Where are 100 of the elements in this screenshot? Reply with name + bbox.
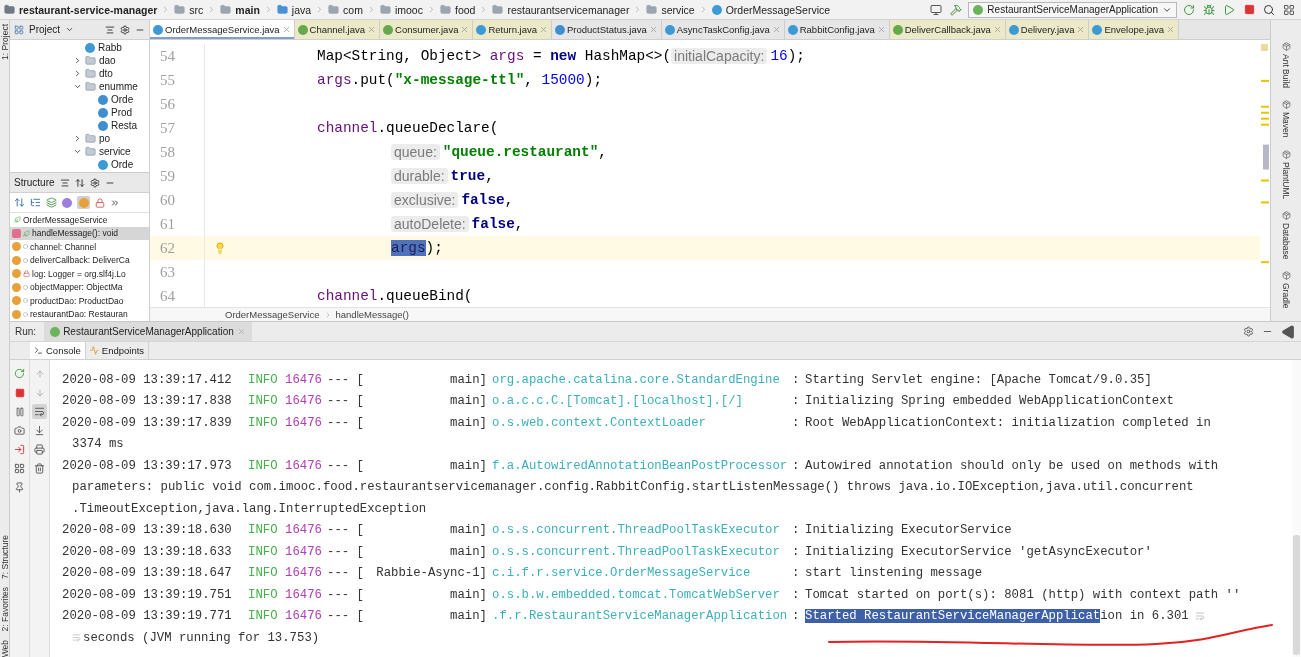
settings-icon[interactable] <box>1243 326 1254 337</box>
structure-item[interactable]: log: Logger = org.slf4j.Lo <box>10 267 149 281</box>
log-separator: --- [ <box>327 609 365 624</box>
structure-item[interactable]: OrderMessageService <box>10 213 149 227</box>
run-tab[interactable]: RestaurantServiceManagerApplication <box>44 322 252 341</box>
breadcrumb-item[interactable]: food <box>454 3 476 16</box>
class-icon <box>153 24 163 35</box>
log-thread: main] <box>449 523 487 538</box>
tool-window-tab[interactable]: 7: Structure <box>0 535 10 580</box>
editor-tab[interactable]: ProductStatus.java <box>552 20 662 39</box>
editor-tab[interactable]: Channel.java <box>294 20 381 39</box>
log-level: INFO <box>248 458 279 473</box>
structure-item[interactable]: productDao: ProductDao <box>10 294 149 308</box>
lock-icon <box>23 270 30 278</box>
editor-tab[interactable]: DeliverCallback.java <box>889 20 1006 39</box>
enum-icon <box>555 24 565 35</box>
soft-wrap-toggle[interactable] <box>32 404 47 419</box>
breadcrumb-item[interactable]: OrderMessageService <box>225 309 320 320</box>
structure-item[interactable]: restaurantDao: Restauran <box>10 307 149 321</box>
tree-item[interactable]: Resta <box>10 119 149 132</box>
close-icon[interactable] <box>236 327 246 336</box>
close-icon[interactable] <box>1076 25 1086 34</box>
breadcrumb-item[interactable]: OrderMessageService <box>725 3 831 16</box>
exit-icon[interactable] <box>12 442 27 457</box>
log-message: 3374 ms <box>72 437 124 452</box>
log-pid: 16476 <box>285 458 323 473</box>
log-timestamp: 2020-08-09 13:39:17.412 <box>62 372 233 387</box>
log-separator: --- [ <box>327 566 365 581</box>
console-tab[interactable]: Console <box>30 342 86 359</box>
code-line: Map<String, Object> args = new HashMap<>( initialCapacity: 16); <box>316 48 805 64</box>
tool-window-tab[interactable]: Database <box>1281 222 1291 260</box>
tree-item[interactable]: enumme <box>10 80 149 93</box>
tree-item[interactable]: po <box>10 132 149 145</box>
close-icon[interactable] <box>992 25 1002 34</box>
breadcrumb-item[interactable]: restaurantservicemanager <box>507 3 630 16</box>
lock-icon <box>95 197 105 208</box>
rerun-icon[interactable] <box>12 366 27 381</box>
structure-item[interactable]: channel: Channel <box>10 240 149 254</box>
tree-item[interactable]: Prod <box>10 106 149 119</box>
console-tab[interactable]: Endpoints <box>85 342 150 359</box>
file-icon <box>85 42 95 53</box>
close-icon[interactable] <box>367 25 377 34</box>
trash-icon[interactable] <box>32 461 47 476</box>
editor-tab[interactable]: Delivery.java <box>1005 20 1090 39</box>
print-icon[interactable] <box>32 442 47 457</box>
breadcrumb-item[interactable]: service <box>661 3 695 16</box>
editor-tab[interactable]: Consumer.java <box>380 20 474 39</box>
tree-item[interactable]: dao <box>10 54 149 67</box>
breadcrumb-item[interactable]: restaurant-service-manager <box>19 3 158 16</box>
tool-icon <box>1281 42 1291 51</box>
tool-window-tab[interactable]: Web <box>0 639 10 657</box>
editor-tab[interactable]: Return.java <box>473 20 552 39</box>
close-icon[interactable] <box>539 25 548 34</box>
tool-window-tab[interactable]: Ant Build <box>1281 54 1291 89</box>
tool-window-tab[interactable]: 2: Favorites <box>0 587 10 632</box>
tool-icon <box>1281 100 1291 110</box>
close-icon[interactable] <box>460 25 470 34</box>
close-icon[interactable] <box>876 25 886 34</box>
log-delimiter: : <box>792 609 801 624</box>
layout-icon[interactable] <box>12 461 27 476</box>
log-logger: c.i.f.r.service.OrderMessageService <box>491 566 752 581</box>
fields-toggle[interactable] <box>77 196 90 209</box>
run-config-dropdown[interactable]: RestaurantServiceManagerApplication <box>968 1 1177 18</box>
breadcrumb-item[interactable]: main <box>235 3 260 16</box>
close-icon[interactable] <box>771 25 781 34</box>
breadcrumb-item[interactable]: src <box>189 3 204 16</box>
tree-item[interactable]: Rabb <box>10 41 149 54</box>
panel-title[interactable]: Project <box>29 24 61 35</box>
inherited-icon <box>46 197 57 208</box>
log-message: seconds (JVM running for 13.753) <box>83 630 320 645</box>
tree-item[interactable]: Orde <box>10 158 149 171</box>
tool-window-tab[interactable]: Gradle <box>1281 283 1291 309</box>
close-icon[interactable] <box>648 25 658 34</box>
code-line: channel.queueDeclare( <box>316 120 499 136</box>
collapse-icon <box>105 24 115 35</box>
structure-item[interactable]: deliverCallback: DeliverCa <box>10 253 149 267</box>
tool-window-tab[interactable]: Maven <box>1281 112 1291 138</box>
tree-item[interactable]: Orde <box>10 93 149 106</box>
tool-window-tab[interactable]: 1: Project <box>0 24 10 60</box>
breadcrumb-item[interactable]: com <box>343 3 363 16</box>
breadcrumb-item[interactable]: imooc <box>394 3 423 16</box>
structure-item[interactable]: handleMessage(): void <box>10 226 149 240</box>
code-line: args.put("x-message-ttl", 15000); <box>316 72 603 88</box>
tool-window-tab[interactable]: PlantUML <box>1281 161 1291 199</box>
collapse-arrow-icon[interactable] <box>1281 324 1295 339</box>
close-icon[interactable] <box>281 25 291 34</box>
editor-tab[interactable]: OrderMessageService.java <box>150 20 295 39</box>
tree-item[interactable]: service <box>10 145 149 158</box>
file-icon <box>98 94 108 105</box>
editor-tab[interactable]: Envelope.java <box>1089 20 1180 39</box>
breadcrumb-item[interactable]: java <box>291 3 312 16</box>
lightbulb-icon[interactable] <box>214 242 226 254</box>
code-line: queue: "queue.restaurant", <box>235 144 607 160</box>
code-line: channel.queueBind( <box>316 288 473 304</box>
close-icon[interactable] <box>1166 25 1176 34</box>
structure-item[interactable]: objectMapper: ObjectMa <box>10 280 149 294</box>
tree-item[interactable]: dto <box>10 67 149 80</box>
log-separator: --- [ <box>327 458 365 473</box>
breadcrumb-item[interactable]: handleMessage() <box>335 309 409 320</box>
camera-icon[interactable] <box>12 423 27 438</box>
